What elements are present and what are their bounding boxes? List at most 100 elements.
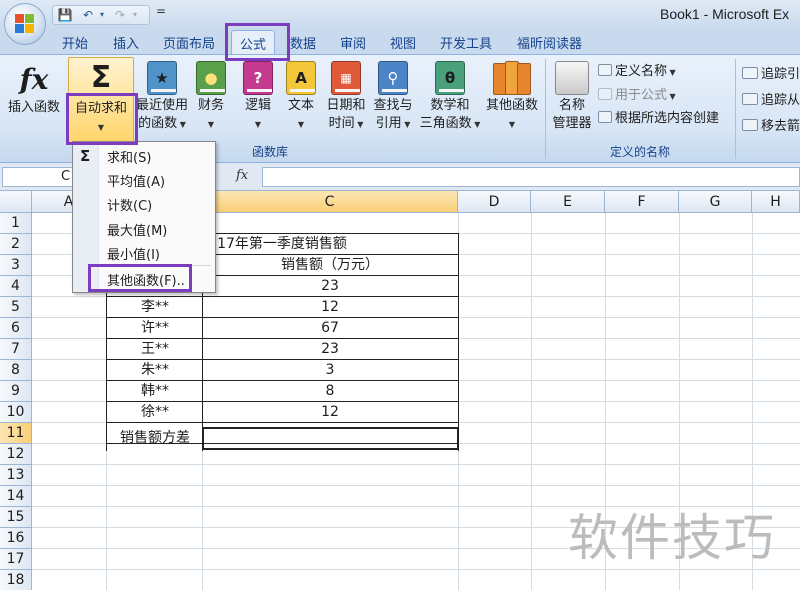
insert-function-button[interactable]: fx 插入函数 (4, 63, 64, 117)
customize-toolbar-button[interactable]: = (156, 4, 166, 18)
column-header-c[interactable]: C (202, 191, 458, 213)
row-header-14[interactable]: 14 (0, 486, 32, 507)
star-book-icon: ★ (147, 61, 177, 95)
tab-view[interactable]: 视图 (390, 33, 416, 52)
watermark: 软件技巧 (568, 509, 776, 567)
trace-dependents-label: 追踪从 (761, 93, 800, 108)
lookup-reference-button[interactable]: ⚲ 查找与 引用 ▼ (370, 61, 416, 134)
save-icon[interactable]: 💾 (56, 7, 74, 23)
menu-item-more-functions[interactable]: 其他函数(F).. (107, 270, 185, 289)
tab-data[interactable]: 数据 (290, 33, 316, 52)
math-trig-button[interactable]: θ 数学和 三角函数 ▼ (416, 61, 484, 134)
tab-page-layout[interactable]: 页面布局 (163, 33, 215, 52)
table-border (106, 422, 459, 423)
use-in-formula-icon (598, 88, 612, 100)
row-header-3[interactable]: 3 (0, 255, 32, 276)
sales-header-cell[interactable]: 销售额（万元） (204, 255, 456, 275)
row-header-11[interactable]: 11 (0, 423, 32, 444)
autosum-button[interactable]: Σ 自动求和 ▼ (68, 57, 134, 143)
define-name-button[interactable]: 定义名称 ▼ (598, 60, 676, 79)
menu-item-max[interactable]: 最大值(M) (107, 220, 167, 239)
row-header-8[interactable]: 8 (0, 360, 32, 381)
row-header-17[interactable]: 17 (0, 549, 32, 570)
menu-item-sum[interactable]: 求和(S) (107, 147, 151, 166)
create-from-selection-button[interactable]: 根据所选内容创建 (598, 107, 719, 126)
column-header-e[interactable]: E (531, 191, 605, 213)
row-header-18[interactable]: 18 (0, 570, 32, 590)
menu-item-average[interactable]: 平均值(A) (107, 171, 165, 190)
active-cell-c11[interactable] (202, 427, 459, 450)
insert-function-fx-button[interactable]: fx (236, 168, 248, 183)
row-header-12[interactable]: 12 (0, 444, 32, 465)
row-header-1[interactable]: 1 (0, 213, 32, 234)
row-header-5[interactable]: 5 (0, 297, 32, 318)
name-manager-button[interactable]: 名称 管理器 (550, 61, 594, 133)
sales-value-cell[interactable]: 12 (204, 402, 456, 422)
variance-label-cell[interactable]: 销售额方差 (108, 428, 202, 448)
tab-home[interactable]: 开始 (62, 33, 88, 52)
gridline (531, 213, 532, 590)
sales-value-cell[interactable]: 12 (204, 297, 456, 317)
select-all-corner[interactable] (0, 191, 32, 213)
use-in-formula-button[interactable]: 用于公式 ▼ (598, 84, 676, 103)
column-header-d[interactable]: D (458, 191, 531, 213)
date-time-label-2: 时间 (328, 116, 355, 131)
name-cell[interactable]: 李** (108, 297, 202, 317)
tab-insert[interactable]: 插入 (113, 33, 139, 52)
tab-formulas[interactable]: 公式 (231, 30, 276, 55)
column-header-f[interactable]: F (605, 191, 679, 213)
logical-button[interactable]: ? 逻辑 ▼ (240, 61, 276, 134)
sales-value-cell[interactable]: 23 (204, 339, 456, 359)
column-header-h[interactable]: H (752, 191, 800, 213)
sales-value-cell[interactable]: 23 (204, 276, 456, 296)
function-library-label: 函数库 (251, 145, 288, 159)
name-cell[interactable]: 朱** (108, 360, 202, 380)
name-cell[interactable]: 韩** (108, 381, 202, 401)
tab-review[interactable]: 审阅 (340, 33, 366, 52)
create-from-selection-label: 根据所选内容创建 (615, 111, 720, 126)
sales-value-cell[interactable]: 8 (204, 381, 456, 401)
trace-precedents-label: 追踪引 (761, 67, 800, 82)
column-header-g[interactable]: G (679, 191, 752, 213)
menu-item-min[interactable]: 最小值(I) (107, 244, 160, 263)
menu-item-count[interactable]: 计数(C) (107, 195, 152, 214)
redo-dropdown-icon[interactable]: ▾ (126, 7, 144, 23)
dropdown-icon: ▼ (401, 120, 411, 129)
name-cell[interactable]: 徐** (108, 402, 202, 422)
tab-developer[interactable]: 开发工具 (440, 33, 492, 52)
name-cell[interactable]: 王** (108, 339, 202, 359)
formula-input[interactable] (262, 167, 800, 187)
row-header-15[interactable]: 15 (0, 507, 32, 528)
dropdown-icon: ▼ (207, 120, 215, 129)
autosum-dropdown-icon: ▼ (97, 123, 105, 132)
recently-used-button[interactable]: ★ 最近使用 的函数 ▼ (134, 61, 190, 134)
office-button[interactable] (4, 3, 46, 45)
row-header-4[interactable]: 4 (0, 276, 32, 297)
dropdown-icon: ▼ (667, 68, 676, 77)
row-header-2[interactable]: 2 (0, 234, 32, 255)
group-divider (545, 59, 546, 159)
financial-button[interactable]: ● 财务 ▼ (193, 61, 229, 134)
define-name-label: 定义名称 (615, 64, 668, 79)
trace-dependents-button[interactable]: 追踪从 (742, 89, 800, 108)
row-header-10[interactable]: 10 (0, 402, 32, 423)
trace-precedents-icon (742, 67, 758, 79)
more-functions-label: 其他函数 (485, 98, 538, 113)
name-cell[interactable]: 许** (108, 318, 202, 338)
theta-book-icon: θ (435, 61, 465, 95)
row-header-9[interactable]: 9 (0, 381, 32, 402)
sales-value-cell[interactable]: 3 (204, 360, 456, 380)
remove-arrows-button[interactable]: 移去箭 (742, 115, 800, 134)
trace-precedents-button[interactable]: 追踪引 (742, 63, 800, 82)
autosum-label: 自动求和 (74, 101, 127, 116)
row-header-7[interactable]: 7 (0, 339, 32, 360)
more-functions-button[interactable]: 其他函数 ▼ (482, 61, 542, 134)
date-time-button[interactable]: ▦ 日期和 时间 ▼ (323, 61, 369, 134)
undo-dropdown-icon[interactable]: ▾ (93, 7, 111, 23)
sales-value-cell[interactable]: 67 (204, 318, 456, 338)
text-button[interactable]: A 文本 ▼ (283, 61, 319, 134)
row-header-6[interactable]: 6 (0, 318, 32, 339)
row-header-16[interactable]: 16 (0, 528, 32, 549)
row-header-13[interactable]: 13 (0, 465, 32, 486)
tab-foxit-reader[interactable]: 福昕阅读器 (517, 33, 582, 52)
